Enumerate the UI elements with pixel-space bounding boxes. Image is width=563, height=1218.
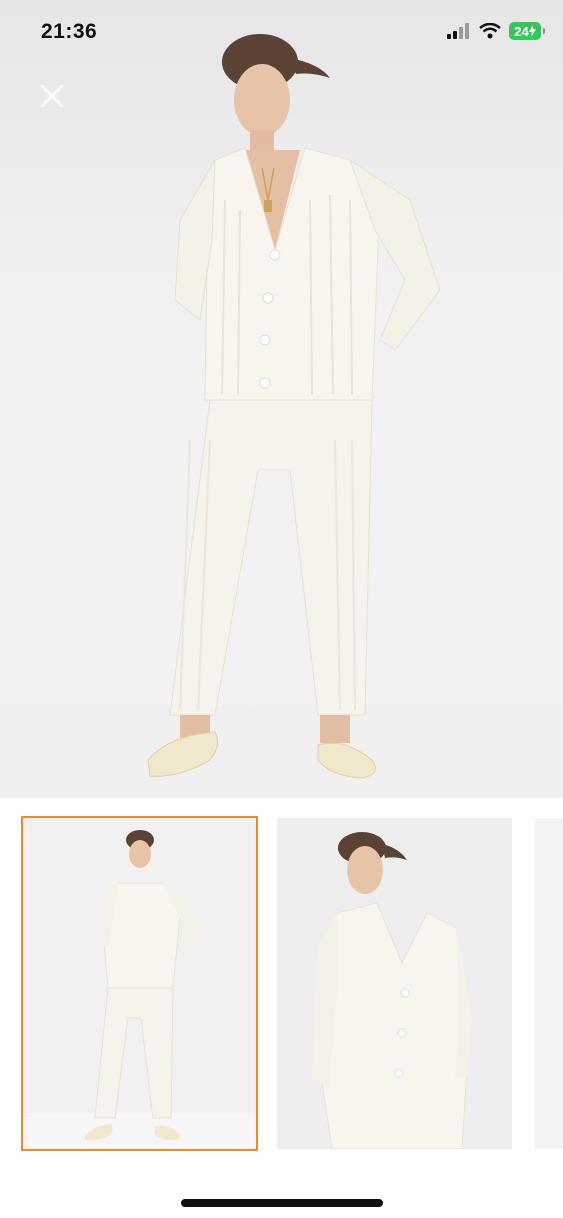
close-icon (40, 84, 64, 108)
signal-icon (447, 23, 469, 39)
charging-bolt-icon (528, 25, 536, 37)
battery-charging-icon: 24 (509, 22, 545, 40)
battery-level: 24 (514, 23, 529, 39)
status-time: 21:36 (41, 20, 98, 43)
thumbnail-front-image (23, 818, 256, 1149)
home-indicator (181, 1199, 383, 1207)
thumbnail-front-full[interactable] (21, 816, 258, 1151)
status-icons: 24 (447, 22, 545, 40)
status-bar: 21:36 24 (0, 0, 563, 66)
wifi-icon (479, 23, 501, 39)
thumbnail-strip[interactable] (0, 798, 563, 1178)
close-button[interactable] (36, 80, 68, 112)
thumbnail-partial[interactable] (535, 818, 563, 1149)
thumbnail-leaning-image (277, 818, 512, 1149)
thumbnail-leaning-wall[interactable] (277, 818, 512, 1149)
main-product-image[interactable]: 21:36 24 (0, 0, 563, 798)
model-figure (147, 34, 441, 779)
